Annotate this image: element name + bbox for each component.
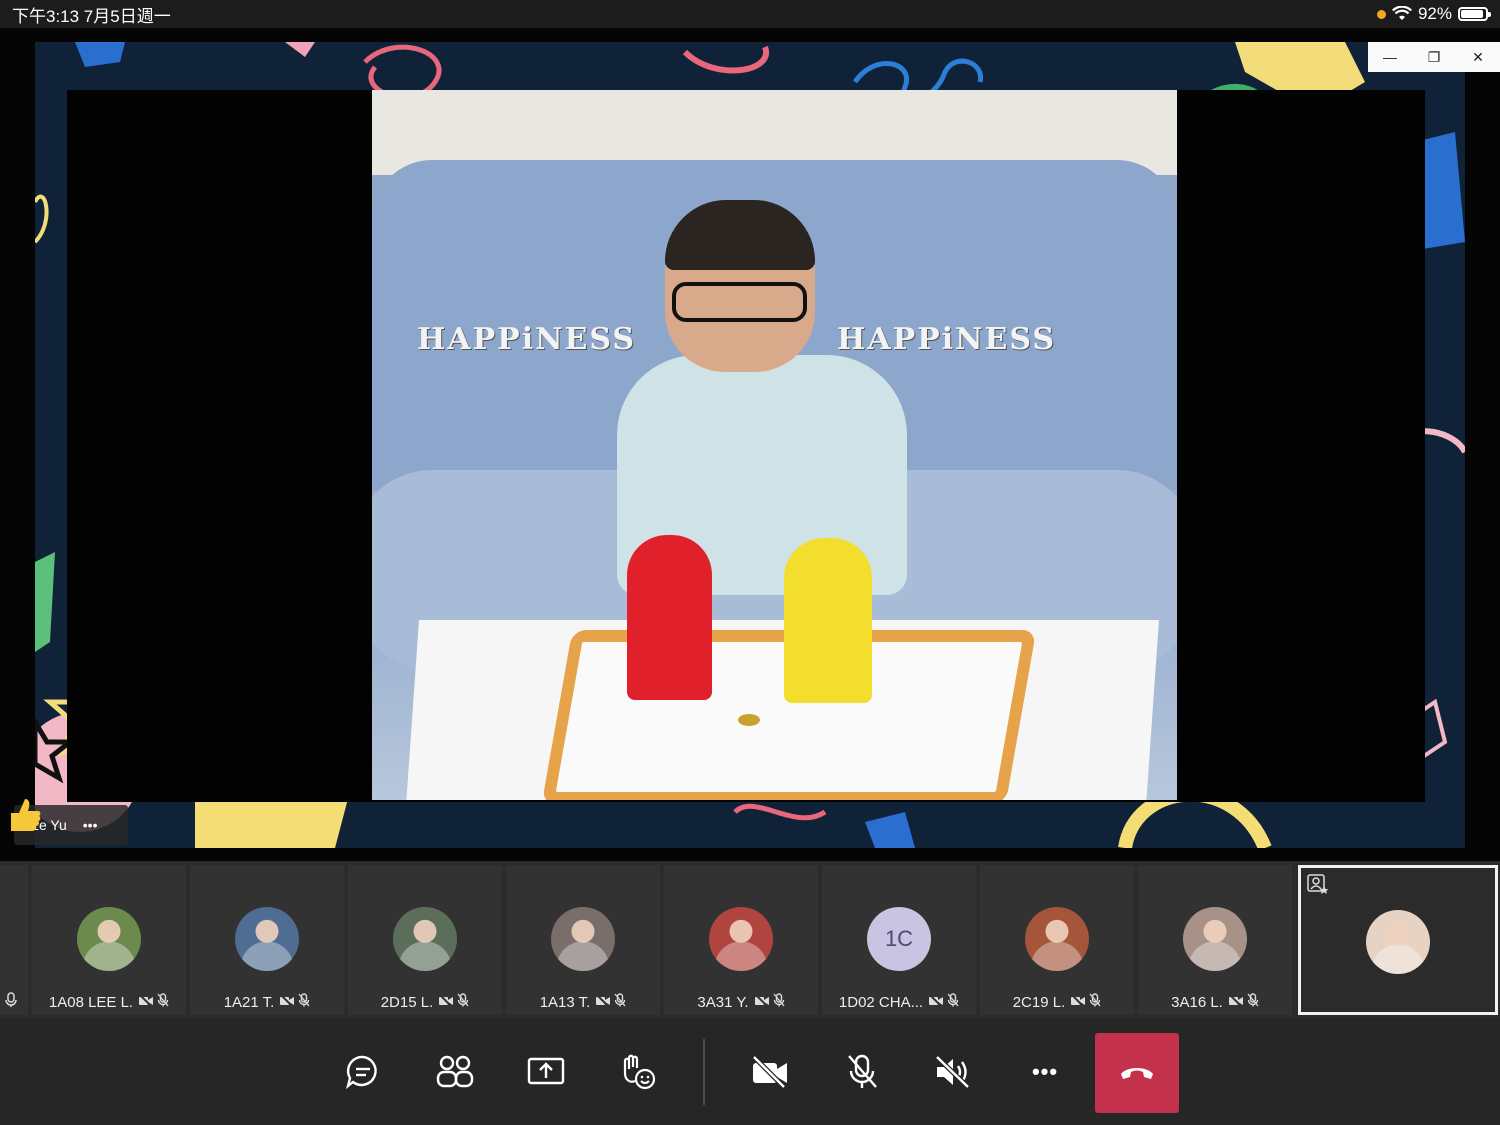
camera-off-icon xyxy=(754,994,769,1008)
avatar xyxy=(1366,910,1430,974)
participant-name: 3A31 Y. xyxy=(697,994,749,1011)
avatar-initials: 1C xyxy=(884,926,914,951)
camera-off-icon xyxy=(752,1055,787,1089)
avatar xyxy=(1025,907,1089,971)
reactions-button[interactable] xyxy=(608,1037,668,1107)
participant-label: 1D02 CHA... xyxy=(822,993,976,1011)
avatar xyxy=(709,907,773,971)
mic-toggle-button[interactable] xyxy=(832,1037,892,1107)
battery-icon xyxy=(1458,7,1491,21)
avatar xyxy=(235,907,299,971)
avatar xyxy=(393,907,457,971)
participant-label: 1A21 T. xyxy=(190,993,344,1011)
camera-off-icon xyxy=(929,994,944,1008)
participant-tile[interactable]: 2D15 L. xyxy=(348,865,502,1015)
camera-off-icon xyxy=(139,994,154,1008)
participant-label: 1A13 T. xyxy=(506,993,660,1011)
mic-off-icon xyxy=(157,993,169,1007)
avatar xyxy=(551,907,615,971)
hang-up-button[interactable] xyxy=(1095,1033,1179,1113)
participant-label: 2C19 L. xyxy=(980,993,1134,1011)
speaker-off-icon xyxy=(935,1055,970,1089)
participant-tile[interactable]: 1C 1D02 CHA... xyxy=(822,865,976,1015)
camera-off-icon xyxy=(1071,994,1086,1008)
battery-percent: 92% xyxy=(1417,4,1452,23)
window-controls: — ❐ ✕ xyxy=(1368,42,1500,72)
mic-off-icon xyxy=(457,993,469,1007)
minimize-button[interactable]: — xyxy=(1368,42,1412,72)
participant-tile-self[interactable] xyxy=(1298,865,1498,1015)
camera-off-icon xyxy=(439,994,454,1008)
more-icon: ••• xyxy=(1031,1059,1059,1084)
reactions-icon xyxy=(623,1054,656,1090)
mic-off-icon xyxy=(298,993,310,1007)
restore-button[interactable]: ❐ xyxy=(1412,42,1456,72)
wifi-icon xyxy=(1391,6,1412,20)
participant-label: 3A16 L. xyxy=(1138,993,1292,1011)
background-frame: HAPPiNESS HAPPiNESS xyxy=(35,42,1465,848)
mic-in-use-indicator xyxy=(1376,9,1386,19)
participant-name: 1A21 T. xyxy=(223,994,275,1011)
participant-name: 1A13 T. xyxy=(539,994,591,1011)
participants-button[interactable] xyxy=(425,1037,485,1107)
participant-tile[interactable]: 2C19 L. xyxy=(980,865,1134,1015)
mic-off-icon xyxy=(1247,993,1259,1007)
camera-off-icon xyxy=(280,994,295,1008)
mic-off-icon xyxy=(947,993,959,1007)
meeting-toolbar: ••• xyxy=(0,1019,1500,1125)
participant-label: 1A08 LEE L. xyxy=(32,993,186,1011)
phone-hangup-icon xyxy=(1121,1068,1153,1079)
status-bar: 下午3:13 7月5日週一 92% xyxy=(0,0,1500,28)
participant-tile[interactable]: 3A16 L. xyxy=(1138,865,1292,1015)
mic-off-icon xyxy=(614,993,626,1007)
participant-label: 3A31 Y. xyxy=(664,993,818,1011)
presenter-more-button[interactable]: ••• xyxy=(83,817,98,833)
camera-off-icon xyxy=(596,994,611,1008)
mic-icon xyxy=(5,992,17,1007)
presenter-video: HAPPiNESS HAPPiNESS xyxy=(372,90,1177,800)
participant-tile-partial[interactable] xyxy=(0,865,28,1015)
participant-label: 2D15 L. xyxy=(348,993,502,1011)
participant-name: 1A08 LEE L. xyxy=(48,994,134,1011)
participant-name: 2C19 L. xyxy=(1012,994,1066,1011)
chat-icon xyxy=(345,1055,377,1090)
close-button[interactable]: ✕ xyxy=(1456,42,1500,72)
chat-button[interactable] xyxy=(333,1037,393,1107)
participant-tile[interactable]: 1A13 T. xyxy=(506,865,660,1015)
mic-off-icon xyxy=(773,993,785,1007)
time-date: 下午3:13 7月5日週一 xyxy=(12,6,171,26)
participant-tile[interactable]: 1A08 LEE L. xyxy=(32,865,186,1015)
more-options-button[interactable]: ••• xyxy=(1015,1037,1075,1107)
participant-tile[interactable]: 1A21 T. xyxy=(190,865,344,1015)
participants-icon xyxy=(436,1055,474,1088)
share-icon xyxy=(527,1057,565,1085)
mic-off-icon xyxy=(848,1054,877,1088)
participant-name: 1D02 CHA... xyxy=(838,994,924,1011)
camera-toggle-button[interactable] xyxy=(740,1037,800,1107)
speaker-toggle-button[interactable] xyxy=(923,1037,983,1107)
participant-name: 3A16 L. xyxy=(1171,994,1223,1011)
toolbar-separator xyxy=(703,1039,705,1105)
participant-tile[interactable]: 3A31 Y. xyxy=(664,865,818,1015)
main-video-stage[interactable]: HAPPiNESS HAPPiNESS — ❐ ✕ ze Yu ••• xyxy=(0,28,1500,861)
spotlight-icon xyxy=(1307,874,1329,894)
participant-name: 2D15 L. xyxy=(380,994,434,1011)
camera-off-icon xyxy=(1228,994,1243,1008)
thumbs-up-icon xyxy=(11,799,41,831)
share-screen-button[interactable] xyxy=(516,1037,576,1107)
avatar xyxy=(1183,907,1247,971)
mic-off-icon xyxy=(1089,993,1101,1007)
avatar xyxy=(77,907,141,971)
avatar: 1C xyxy=(867,907,931,971)
video-text-right: HAPPiNESS xyxy=(837,322,1057,357)
video-text-left: HAPPiNESS xyxy=(417,322,637,357)
participant-strip[interactable]: 1A08 LEE L. 1A21 T. 2D15 L. 1A13 T. 3A31 Y. 1… xyxy=(0,861,1500,1019)
